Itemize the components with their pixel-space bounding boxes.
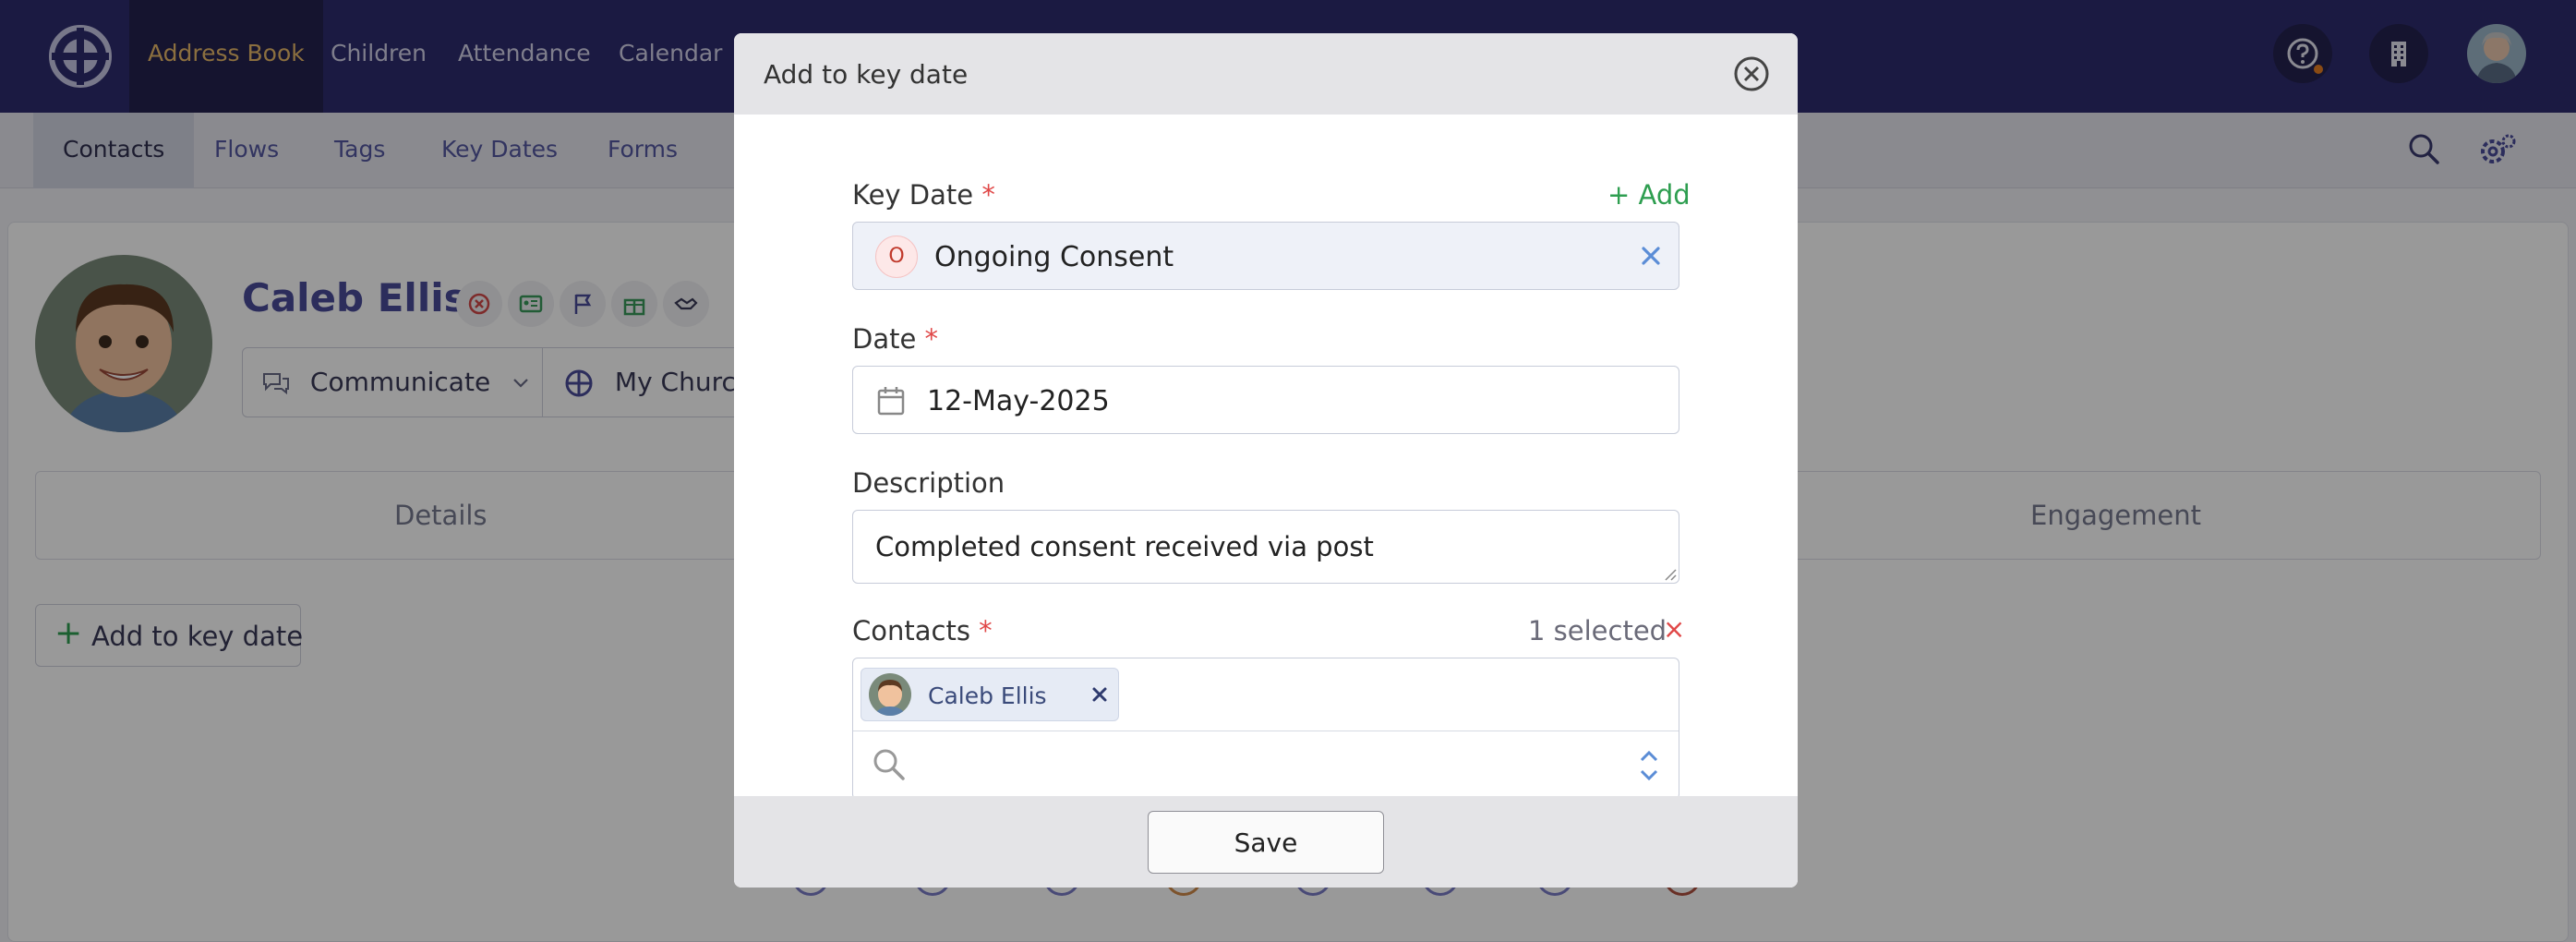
selected-count: 1 selected — [1528, 615, 1667, 646]
key-date-badge: O — [875, 236, 918, 278]
clear-icon[interactable] — [1634, 239, 1667, 272]
contacts-multiselect: Caleb Ellis — [852, 658, 1679, 800]
search-icon — [873, 749, 905, 780]
save-button[interactable]: Save — [1148, 811, 1384, 874]
date-label: Date * — [852, 323, 938, 355]
key-date-value: Ongoing Consent — [934, 241, 1174, 273]
date-label-text: Date — [852, 323, 917, 355]
avatar — [869, 673, 911, 716]
required-mark: * — [981, 179, 995, 211]
key-date-select[interactable]: O Ongoing Consent — [852, 222, 1679, 290]
description-value: Completed consent received via post — [875, 531, 1374, 562]
required-mark: * — [979, 615, 993, 646]
date-input[interactable]: 12-May-2025 — [852, 366, 1679, 434]
contacts-search-input[interactable] — [918, 738, 1619, 790]
remove-contact-icon[interactable] — [1089, 683, 1111, 706]
close-icon[interactable] — [1731, 54, 1772, 94]
description-label: Description — [852, 467, 1005, 499]
contact-chip: Caleb Ellis — [861, 668, 1119, 721]
key-date-label: Key Date * — [852, 179, 995, 211]
dialog-body: Key Date * + Add O Ongoing Consent Date … — [734, 115, 1798, 827]
contacts-label-text: Contacts — [852, 615, 970, 646]
dialog-title: Add to key date — [764, 59, 969, 90]
contact-chip-name: Caleb Ellis — [928, 682, 1047, 709]
required-mark: * — [924, 323, 939, 355]
chevron-up-down-icon[interactable] — [1636, 745, 1662, 786]
description-textarea[interactable]: Completed consent received via post — [852, 510, 1679, 584]
contacts-label: Contacts * — [852, 615, 993, 646]
key-date-label-text: Key Date — [852, 179, 974, 211]
add-to-key-date-dialog: Add to key date Key Date * + Add O Ongoi… — [734, 33, 1798, 888]
date-value: 12-May-2025 — [927, 385, 1110, 417]
dialog-header: Add to key date — [734, 33, 1798, 115]
calendar-icon[interactable] — [875, 385, 907, 417]
resize-handle-icon[interactable] — [1662, 566, 1677, 581]
dialog-footer: Save — [734, 796, 1798, 888]
clear-selection-button[interactable]: × — [1663, 613, 1685, 645]
add-key-date-link[interactable]: + Add — [1607, 179, 1691, 211]
